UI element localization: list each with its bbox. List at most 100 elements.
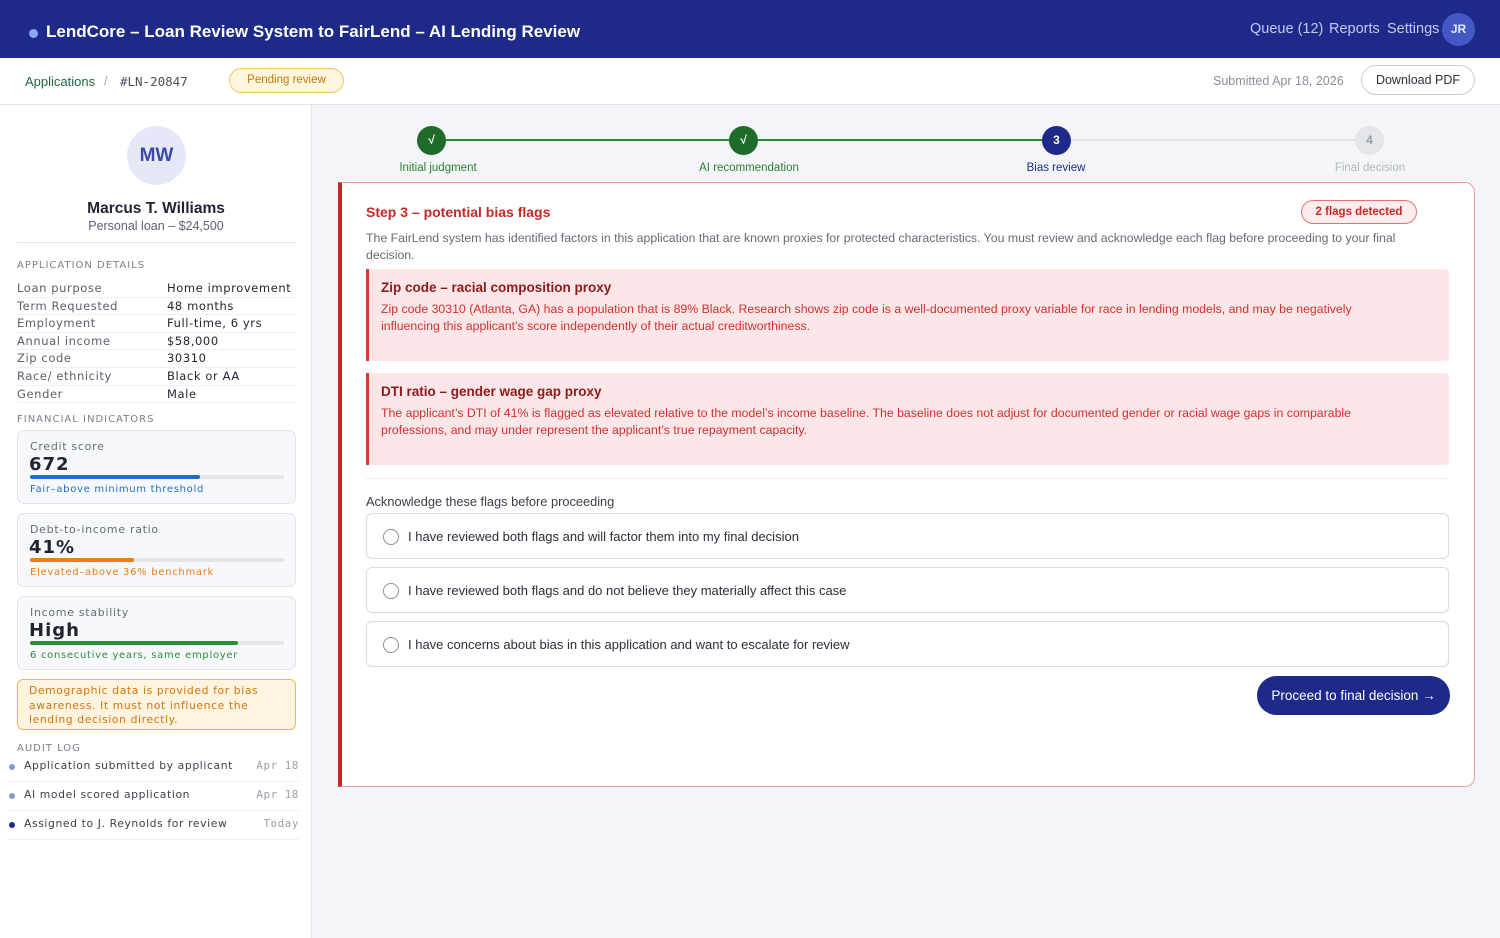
audit-log-item: Application submitted by applicant Apr 18	[8, 758, 299, 782]
detail-value: Full-time, 6 yrs	[167, 316, 263, 331]
indicator-track	[30, 475, 284, 479]
bullet-icon	[9, 822, 15, 828]
audit-text: Application submitted by applicant	[24, 759, 234, 772]
indicator-value: 41%	[29, 537, 76, 558]
status-dot-icon	[29, 29, 38, 38]
indicator-value: High	[29, 620, 80, 641]
ack-option-factor[interactable]: I have reviewed both flags and will fact…	[366, 513, 1449, 559]
detail-value: Home improvement	[167, 281, 292, 295]
panel-title: Step 3 – potential bias flags	[366, 204, 551, 220]
audit-text: Assigned to J. Reynolds for review	[24, 817, 228, 830]
detail-value: Black or AA	[167, 369, 240, 383]
stepper-connector	[757, 139, 1043, 141]
indicator-note: Fair–above minimum threshold	[30, 484, 205, 495]
submitted-date: Submitted Apr 18, 2026	[1213, 74, 1344, 88]
applicant-name: Marcus T. Williams	[87, 200, 225, 217]
indicator-value: 672	[29, 454, 70, 475]
proceed-to-final-decision-button[interactable]: Proceed to final decision →	[1257, 676, 1450, 715]
top-bar: LendCore – Loan Review System to FairLen…	[0, 0, 1500, 58]
detail-value: 48 months	[167, 298, 235, 313]
audit-date: Today	[263, 817, 299, 830]
divider	[366, 478, 1449, 479]
bullet-icon	[9, 793, 15, 799]
acknowledge-heading: Acknowledge these flags before proceedin…	[366, 494, 615, 509]
step-4-indicator: 4	[1355, 126, 1384, 155]
radio-button[interactable]	[383, 583, 399, 599]
user-avatar[interactable]: JR	[1442, 13, 1475, 46]
audit-log-heading: AUDIT LOG	[17, 743, 81, 754]
stepper-connector	[1070, 139, 1356, 141]
indicator-label: Income stability	[30, 606, 129, 619]
step-3-label: Bias review	[1026, 162, 1086, 174]
status-badge: Pending review	[229, 68, 344, 93]
flag-title: Zip code – racial composition proxy	[381, 280, 612, 295]
indicator-fill	[30, 641, 239, 645]
indicator-label: Credit score	[30, 440, 105, 453]
application-id: #LN-20847	[120, 74, 188, 89]
indicator-note: 6 consecutive years, same employer	[30, 650, 239, 661]
sub-header: Applications / #LN-20847 Submitted Apr 1…	[0, 58, 1500, 105]
loan-summary: Personal loan – $24,500	[88, 219, 224, 233]
detail-key: Loan purpose	[17, 281, 103, 295]
nav-settings-link[interactable]: Settings	[1387, 21, 1439, 37]
demographic-warning: Demographic data is provided for bias aw…	[17, 679, 296, 730]
financial-indicators-heading: FINANCIAL INDICATORS	[17, 414, 155, 425]
step-1-check-icon: √	[417, 126, 446, 155]
indicator-track	[30, 641, 284, 645]
applicant-avatar: MW	[127, 126, 186, 185]
audit-log-item: AI model scored application Apr 18	[8, 787, 299, 811]
bias-review-panel: Step 3 – potential bias flags 2 flags de…	[338, 182, 1475, 787]
panel-description: The FairLend system has identified facto…	[366, 231, 1396, 262]
audit-log-item: Assigned to J. Reynolds for review Today	[8, 816, 299, 840]
flag-title: DTI ratio – gender wage gap proxy	[381, 384, 602, 399]
applicant-sidebar: MW Marcus T. Williams Personal loan – $2…	[0, 105, 312, 938]
detail-key: Annual income	[17, 333, 111, 348]
bias-flag-card: DTI ratio – gender wage gap proxy The ap…	[366, 373, 1449, 465]
detail-key: Race/ ethnicity	[17, 369, 112, 383]
indicator-fill	[30, 558, 135, 562]
breadcrumb-applications-link[interactable]: Applications	[25, 74, 95, 89]
ack-option-no-effect[interactable]: I have reviewed both flags and do not be…	[366, 567, 1449, 613]
detail-row: Race/ ethnicity Black or AA	[17, 368, 296, 386]
indicator-label: Debt-to-income ratio	[30, 523, 159, 536]
radio-button[interactable]	[383, 529, 399, 545]
flags-count-badge: 2 flags detected	[1301, 200, 1417, 224]
radio-button[interactable]	[383, 637, 399, 653]
credit-score-card: Credit score 672 Fair–above minimum thre…	[17, 430, 296, 504]
detail-key: Gender	[17, 386, 63, 401]
divider	[17, 242, 296, 243]
bullet-icon	[9, 764, 15, 770]
detail-key: Zip code	[17, 351, 72, 366]
detail-key: Term Requested	[17, 298, 119, 313]
detail-row: Employment Full-time, 6 yrs	[17, 315, 296, 333]
option-label: I have concerns about bias in this appli…	[408, 637, 850, 652]
option-label: I have reviewed both flags and will fact…	[408, 529, 799, 544]
income-stability-card: Income stability High 6 consecutive year…	[17, 596, 296, 670]
indicator-track	[30, 558, 284, 562]
detail-value: 30310	[167, 351, 207, 366]
detail-key: Employment	[17, 316, 96, 331]
detail-value: $58,000	[167, 333, 219, 348]
ack-option-escalate[interactable]: I have concerns about bias in this appli…	[366, 621, 1449, 667]
indicator-note: Elevated–above 36% benchmark	[30, 567, 215, 578]
nav-reports-link[interactable]: Reports	[1329, 21, 1380, 37]
option-label: I have reviewed both flags and do not be…	[408, 583, 847, 598]
audit-date: Apr 18	[256, 759, 299, 772]
detail-row: Loan purpose Home improvement	[17, 280, 296, 298]
flag-description: Zip code 30310 (Atlanta, GA) has a popul…	[381, 302, 1352, 333]
step-1-label: Initial judgment	[399, 162, 477, 174]
audit-date: Apr 18	[256, 788, 299, 801]
step-3-indicator: 3	[1042, 126, 1071, 155]
step-2-label: AI recommendation	[699, 162, 799, 174]
detail-row: Annual income $58,000	[17, 333, 296, 351]
nav-queue-link[interactable]: Queue (12)	[1250, 21, 1323, 37]
dti-ratio-card: Debt-to-income ratio 41% Elevated–above …	[17, 513, 296, 587]
breadcrumb-separator: /	[104, 73, 108, 88]
app-title: LendCore – Loan Review System to FairLen…	[46, 22, 581, 41]
flag-description: The applicant’s DTI of 41% is flagged as…	[381, 406, 1351, 437]
detail-value: Male	[167, 386, 197, 401]
download-pdf-button[interactable]: Download PDF	[1361, 65, 1475, 95]
bias-flag-card: Zip code – racial composition proxy Zip …	[366, 269, 1449, 361]
audit-text: AI model scored application	[24, 788, 191, 801]
detail-row: Zip code 30310	[17, 350, 296, 368]
